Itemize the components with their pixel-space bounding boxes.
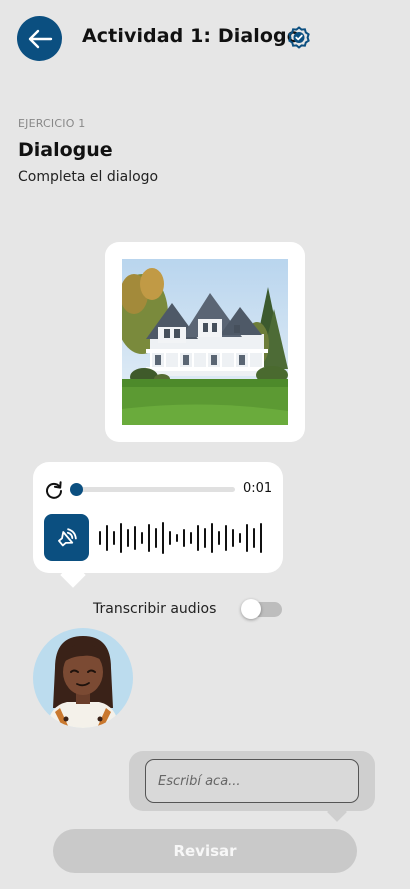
replay-icon[interactable]	[44, 480, 64, 500]
image-card	[105, 242, 305, 442]
reply-input[interactable]	[145, 759, 359, 803]
transcribe-toggle[interactable]	[241, 599, 282, 619]
exercise-instruction: Completa el dialogo	[18, 169, 159, 185]
play-audio-button[interactable]	[44, 514, 89, 561]
transcribe-label: Transcribir audios	[93, 601, 217, 617]
arrow-left-icon	[28, 29, 52, 48]
verified-check-icon	[288, 26, 310, 49]
review-button[interactable]: Revisar	[53, 829, 357, 873]
audio-time: 0:01	[243, 481, 273, 496]
house-image	[122, 259, 288, 425]
page-title: Actividad 1: Dialogo	[82, 25, 300, 47]
avatar	[33, 628, 133, 728]
audio-waveform	[99, 522, 262, 554]
audio-progress-knob[interactable]	[70, 483, 83, 496]
character-avatar-icon	[47, 636, 119, 728]
exercise-number: EJERCICIO 1	[18, 117, 86, 130]
header: Actividad 1: Dialogo	[0, 0, 410, 80]
back-button[interactable]	[17, 16, 62, 61]
exercise-title: Dialogue	[18, 139, 113, 161]
speaker-icon	[57, 527, 77, 546]
audio-progress-track[interactable]	[70, 487, 235, 492]
toggle-knob	[241, 599, 261, 619]
